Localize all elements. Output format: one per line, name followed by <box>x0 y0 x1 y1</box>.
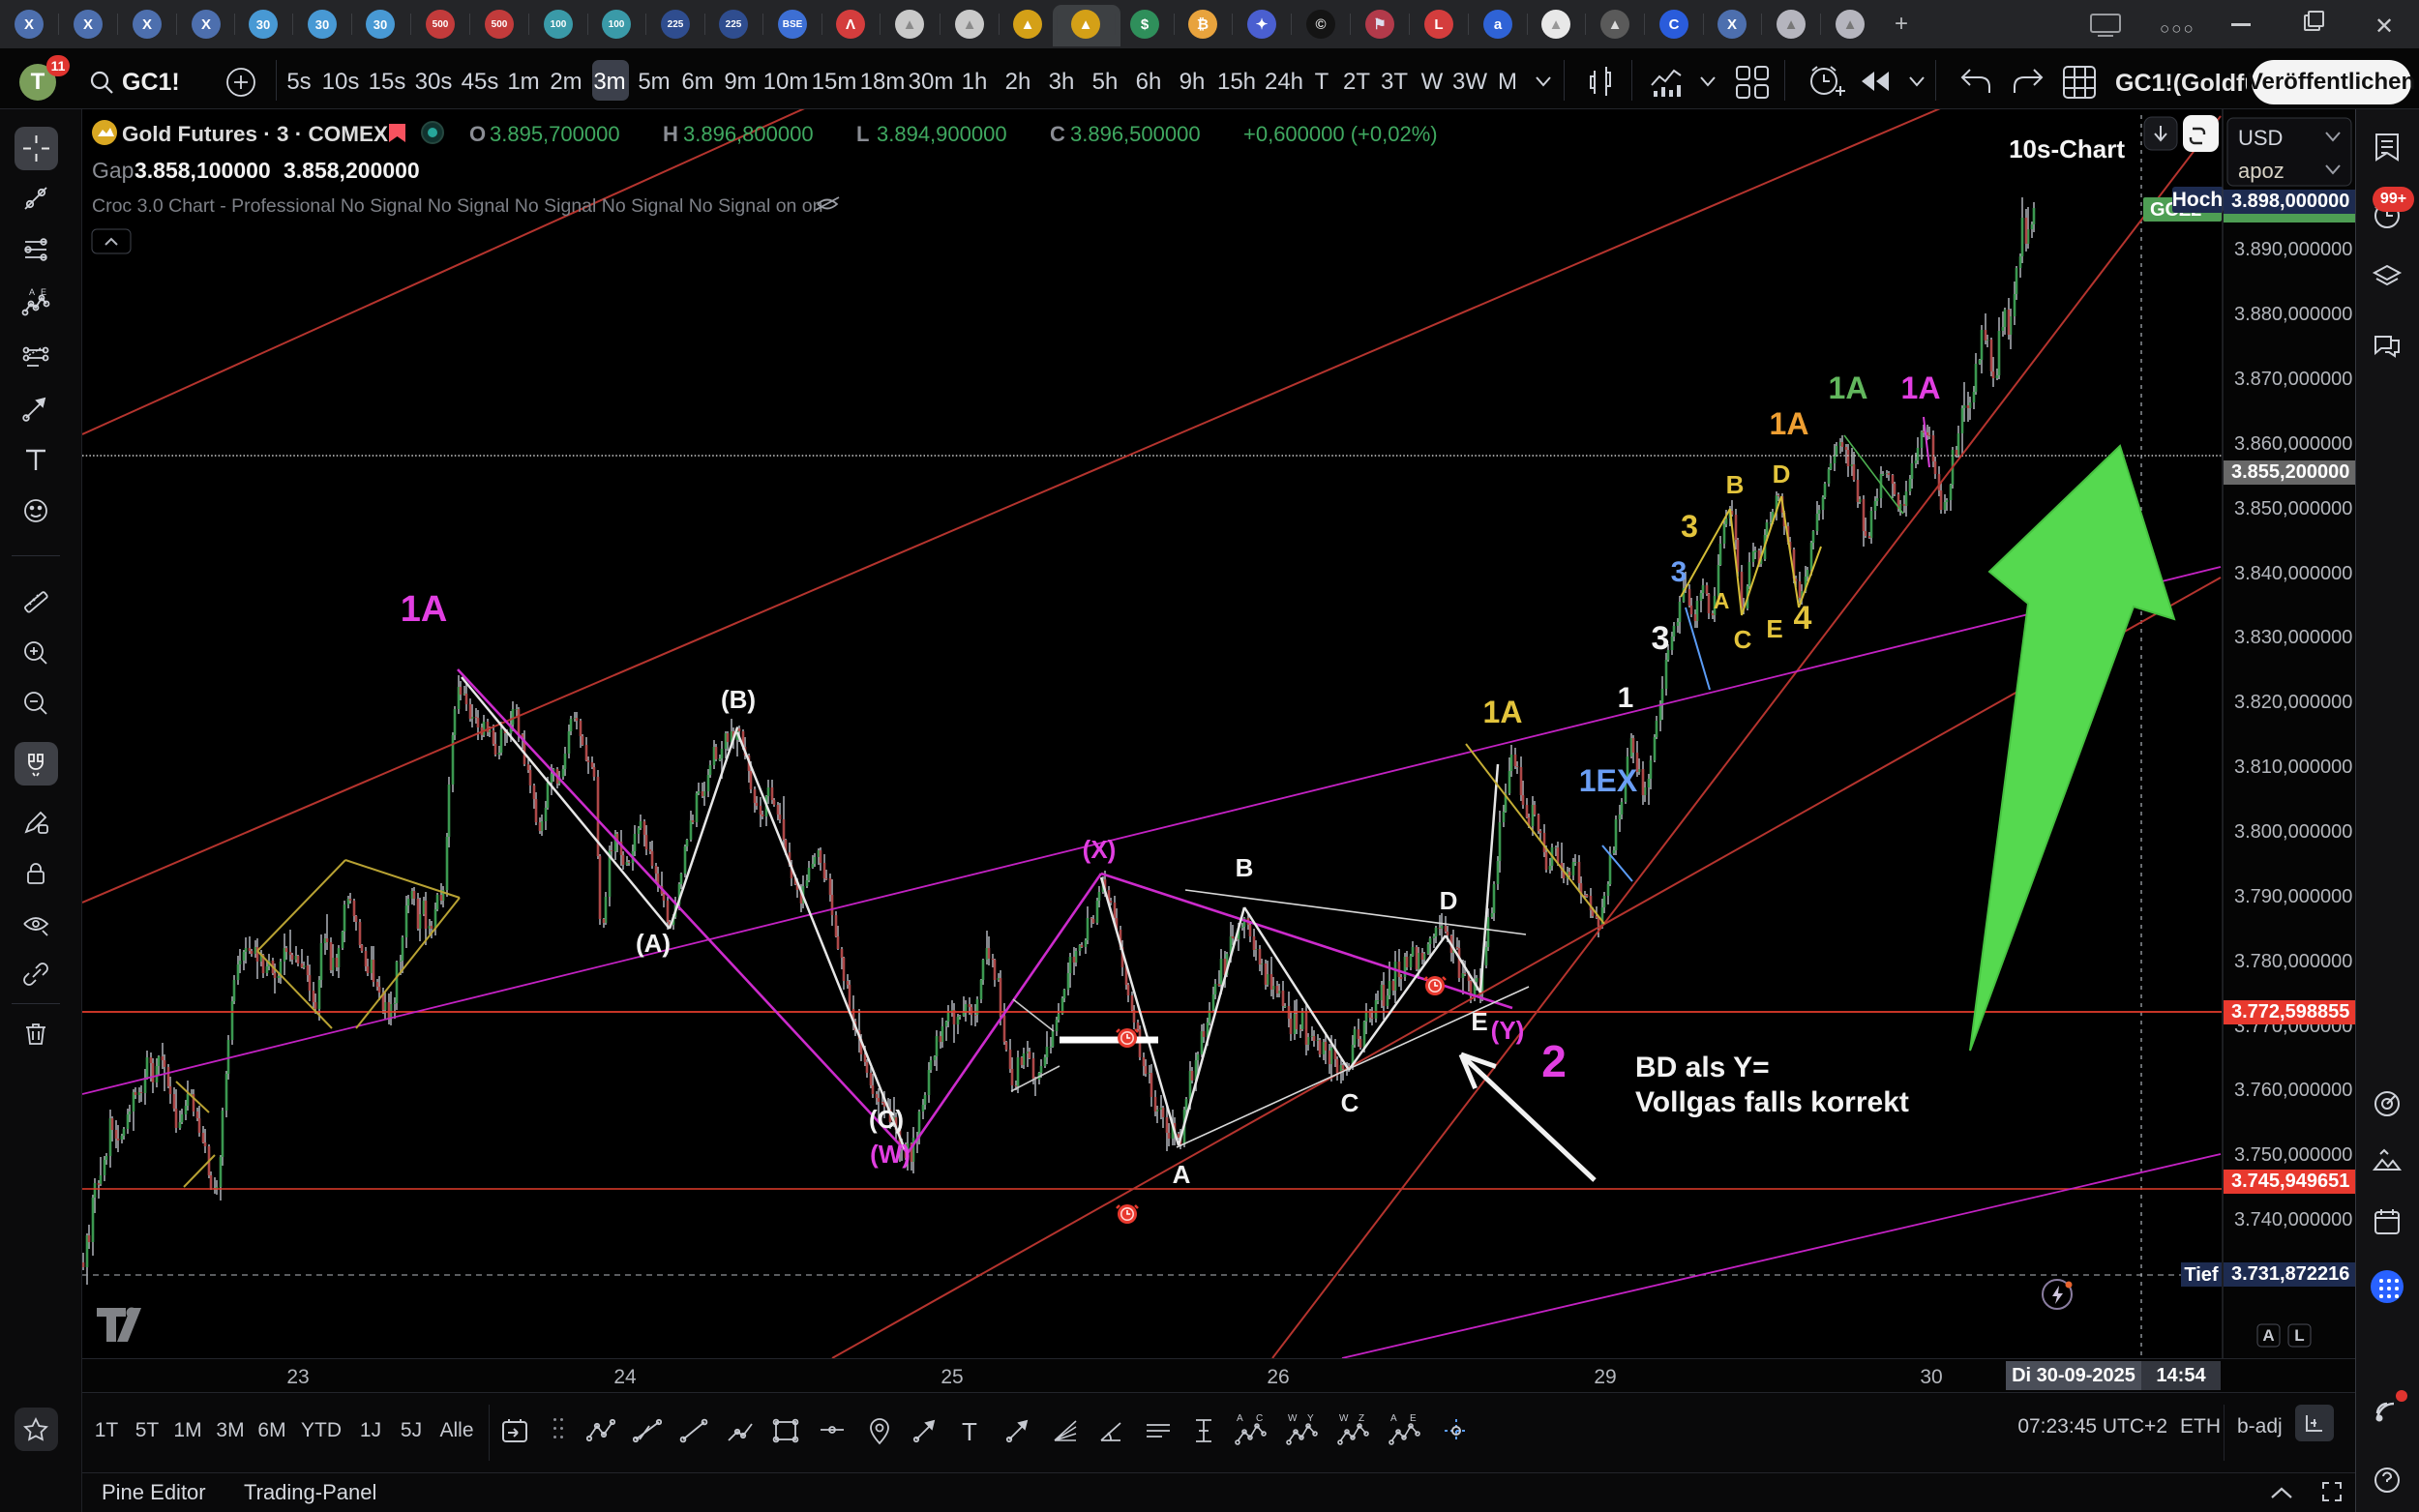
svg-text:Tief: Tief <box>2184 1264 2219 1286</box>
svg-text:3.840,000000: 3.840,000000 <box>2234 563 2352 584</box>
svg-text:3.800,000000: 3.800,000000 <box>2234 821 2352 843</box>
svg-text:Gap: Gap <box>92 158 134 183</box>
svg-text:L: L <box>2294 1326 2304 1345</box>
svg-text:B: B <box>1726 470 1745 499</box>
svg-text:C: C <box>1256 1413 1263 1424</box>
svg-text:1A: 1A <box>1770 406 1809 441</box>
svg-text:(A): (A) <box>636 929 671 958</box>
svg-text:3.896,500000: 3.896,500000 <box>1070 122 1201 146</box>
svg-text:Z: Z <box>1359 1413 1364 1424</box>
svg-text:E: E <box>1410 1413 1417 1424</box>
svg-text:(C): (C) <box>869 1105 904 1134</box>
svg-text:W: W <box>1288 1413 1298 1424</box>
svg-text:3.860,000000: 3.860,000000 <box>2234 433 2352 455</box>
svg-text:3.760,000000: 3.760,000000 <box>2234 1080 2352 1101</box>
svg-text:E: E <box>1471 1007 1487 1036</box>
svg-text:A: A <box>1714 588 1730 613</box>
svg-text:3.895,700000: 3.895,700000 <box>490 122 620 146</box>
svg-text:Hoch: Hoch <box>2172 189 2224 211</box>
svg-text:Vollgas falls korrekt: Vollgas falls korrekt <box>1635 1086 1909 1118</box>
svg-text:E: E <box>1766 614 1782 643</box>
svg-text:E: E <box>41 288 46 297</box>
svg-text:apoz: apoz <box>2238 159 2285 183</box>
svg-text:3.850,000000: 3.850,000000 <box>2234 498 2352 519</box>
svg-text:A: A <box>1173 1160 1191 1189</box>
svg-text:D: D <box>1440 886 1458 915</box>
svg-text:H: H <box>663 122 678 146</box>
svg-text:3.880,000000: 3.880,000000 <box>2234 304 2352 325</box>
svg-text:A: A <box>29 288 35 297</box>
svg-text:1A: 1A <box>1483 695 1523 729</box>
svg-text:3: 3 <box>1671 556 1687 588</box>
svg-text:3.820,000000: 3.820,000000 <box>2234 692 2352 713</box>
svg-text:C: C <box>1341 1088 1359 1117</box>
svg-text:Gold Futures · 3 · COMEX: Gold Futures · 3 · COMEX <box>122 122 388 146</box>
svg-text:3.750,000000: 3.750,000000 <box>2234 1144 2352 1166</box>
svg-text:4: 4 <box>1794 600 1812 637</box>
svg-text:3.855,200000: 3.855,200000 <box>2231 461 2349 483</box>
svg-text:3.772,598855: 3.772,598855 <box>2231 1001 2349 1023</box>
svg-text:3.731,872216: 3.731,872216 <box>2231 1263 2349 1285</box>
svg-text:3.894,900000: 3.894,900000 <box>877 122 1007 146</box>
svg-text:3.780,000000: 3.780,000000 <box>2234 951 2352 972</box>
svg-text:A: A <box>2262 1326 2274 1345</box>
svg-text:3.898,000000: 3.898,000000 <box>2231 191 2349 212</box>
svg-text:3.830,000000: 3.830,000000 <box>2234 627 2352 648</box>
svg-text:(B): (B) <box>721 685 756 714</box>
svg-text:Croc 3.0 Chart - Professional: Croc 3.0 Chart - Professional No Signal … <box>92 195 823 217</box>
svg-text:10s-Chart: 10s-Chart <box>2009 134 2125 163</box>
svg-text:+0,600000 (+0,02%): +0,600000 (+0,02%) <box>1243 122 1438 146</box>
svg-text:USD: USD <box>2238 126 2283 150</box>
svg-text:3.870,000000: 3.870,000000 <box>2234 369 2352 390</box>
svg-text:3.858,200000: 3.858,200000 <box>284 158 420 183</box>
svg-text:A: A <box>1237 1413 1243 1424</box>
svg-text:3.745,949651: 3.745,949651 <box>2231 1171 2349 1192</box>
svg-text:D: D <box>1773 460 1791 489</box>
svg-text:BD als Y=: BD als Y= <box>1635 1052 1770 1083</box>
svg-text:1: 1 <box>1618 682 1634 714</box>
svg-text:3.740,000000: 3.740,000000 <box>2234 1209 2352 1230</box>
svg-text:3.790,000000: 3.790,000000 <box>2234 886 2352 907</box>
svg-text:L: L <box>856 122 869 146</box>
svg-text:3.858,100000: 3.858,100000 <box>134 158 271 183</box>
svg-text:2: 2 <box>1541 1036 1567 1086</box>
svg-text:(W): (W) <box>870 1140 911 1169</box>
svg-text:O: O <box>469 122 486 146</box>
svg-text:W: W <box>1339 1413 1349 1424</box>
svg-text:1EX: 1EX <box>1579 763 1638 798</box>
svg-text:B: B <box>1236 853 1254 882</box>
svg-text:A: A <box>1390 1413 1397 1424</box>
svg-text:3.896,800000: 3.896,800000 <box>683 122 814 146</box>
svg-text:3: 3 <box>1681 509 1698 544</box>
svg-text:(Y): (Y) <box>1491 1016 1525 1045</box>
svg-text:1A: 1A <box>1829 371 1868 405</box>
svg-text:C: C <box>1734 625 1752 654</box>
svg-text:3.810,000000: 3.810,000000 <box>2234 756 2352 778</box>
svg-text:3.890,000000: 3.890,000000 <box>2234 239 2352 260</box>
svg-text:3: 3 <box>1652 620 1670 657</box>
svg-text:Y: Y <box>1307 1413 1314 1424</box>
svg-text:(X): (X) <box>1083 835 1117 864</box>
svg-text:1A: 1A <box>1901 371 1941 405</box>
svg-text:C: C <box>1050 122 1065 146</box>
svg-text:1A: 1A <box>401 589 448 630</box>
